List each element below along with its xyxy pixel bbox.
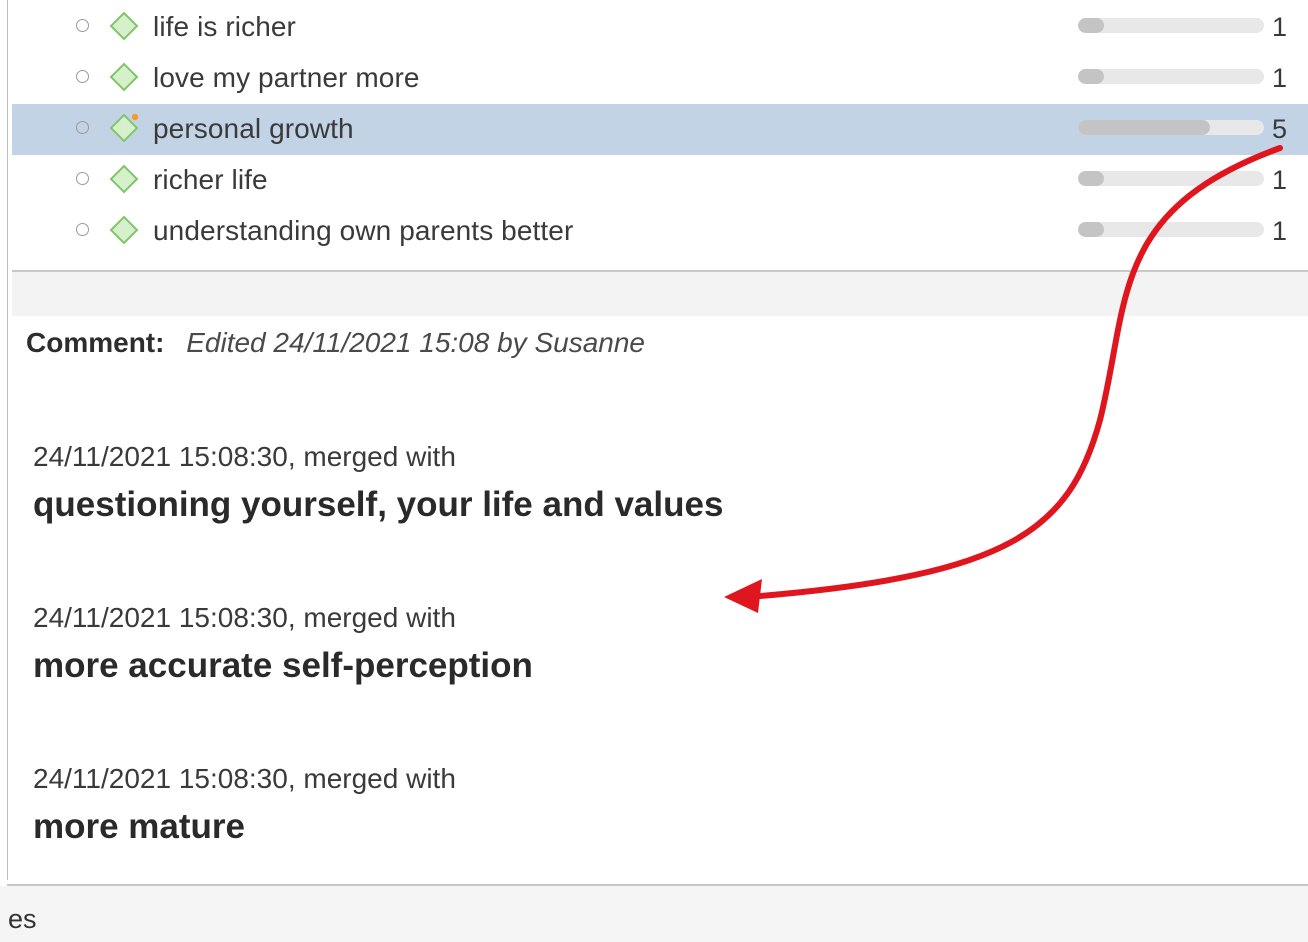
diamond-code-icon <box>109 62 139 92</box>
merge-timestamp: 24/11/2021 15:08:30, merged with <box>33 602 456 633</box>
code-label: life is richer <box>153 11 296 42</box>
frequency-bar-fill <box>1078 171 1105 186</box>
frequency-bar-fill <box>1078 222 1105 237</box>
diamond-code-icon <box>109 164 139 194</box>
frequency-bar-fill <box>1078 18 1105 33</box>
merge-entry: 24/11/2021 15:08:30, merged with more ma… <box>33 763 456 847</box>
code-label: richer life <box>153 164 268 195</box>
memo-dot-icon <box>131 113 139 121</box>
diamond-code-icon <box>109 113 139 143</box>
merged-code-title: questioning yourself, your life and valu… <box>33 485 724 524</box>
code-row[interactable]: richer life 1 <box>12 155 1308 206</box>
code-row[interactable]: understanding own parents better 1 <box>12 206 1308 257</box>
frequency-bar-fill <box>1078 69 1105 84</box>
merge-entry: 24/11/2021 15:08:30, merged with more ac… <box>33 602 533 686</box>
bottom-bar <box>0 886 1308 942</box>
frequency-bar <box>1078 18 1264 33</box>
code-row-selected[interactable]: personal growth 5 <box>12 104 1308 155</box>
bottom-text: es <box>8 904 37 934</box>
frequency-bar <box>1078 222 1264 237</box>
panel-left-border <box>7 0 8 880</box>
frequency-count: 5 <box>1272 114 1288 144</box>
merged-code-title: more mature <box>33 807 246 846</box>
radio-circle-icon[interactable] <box>76 223 89 236</box>
radio-circle-icon[interactable] <box>76 121 89 134</box>
comment-label: Comment: <box>26 327 165 358</box>
code-label: understanding own parents better <box>153 215 574 246</box>
comment-edited-meta: Edited 24/11/2021 15:08 by Susanne <box>186 327 645 358</box>
code-row[interactable]: life is richer 1 <box>12 2 1308 53</box>
frequency-bar-fill <box>1078 120 1211 135</box>
radio-circle-icon[interactable] <box>76 70 89 83</box>
diamond-code-icon <box>109 215 139 245</box>
code-label: love my partner more <box>153 62 420 93</box>
frequency-count: 1 <box>1272 63 1288 93</box>
frequency-bar <box>1078 120 1264 135</box>
comment-header: Comment: Edited 24/11/2021 15:08 by Susa… <box>26 327 645 359</box>
merge-timestamp: 24/11/2021 15:08:30, merged with <box>33 763 456 794</box>
radio-circle-icon[interactable] <box>76 172 89 185</box>
frequency-count: 1 <box>1272 216 1288 246</box>
frequency-bar <box>1078 171 1264 186</box>
radio-circle-icon[interactable] <box>76 19 89 32</box>
frequency-count: 1 <box>1272 165 1288 195</box>
merge-timestamp: 24/11/2021 15:08:30, merged with <box>33 441 456 472</box>
code-row[interactable]: love my partner more 1 <box>12 53 1308 104</box>
frequency-count: 1 <box>1272 12 1288 42</box>
comment-header-band <box>12 272 1308 316</box>
code-label: personal growth <box>153 113 354 144</box>
code-list: life is richer 1 love my partner more 1 … <box>12 2 1308 257</box>
merged-code-title: more accurate self-perception <box>33 646 533 685</box>
merge-entry: 24/11/2021 15:08:30, merged with questio… <box>33 441 723 525</box>
frequency-bar <box>1078 69 1264 84</box>
diamond-code-icon <box>109 11 139 41</box>
